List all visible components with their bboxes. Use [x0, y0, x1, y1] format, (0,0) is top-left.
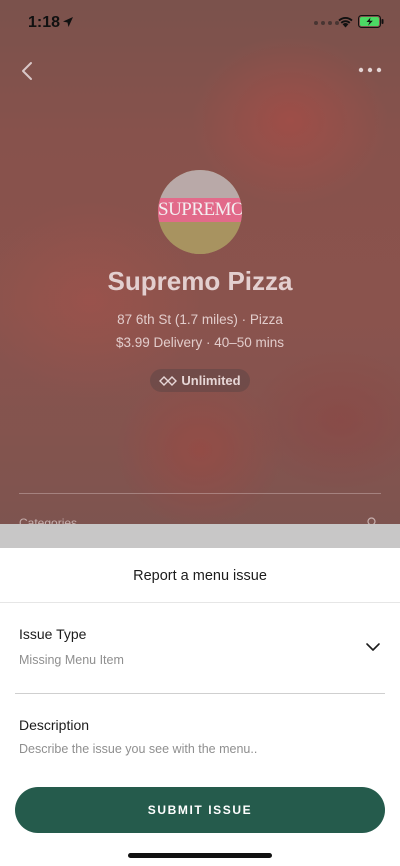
home-indicator: [128, 853, 272, 858]
restaurant-address: 87 6th St (1.7 miles) · Pizza: [117, 312, 283, 327]
restaurant-name: Supremo Pizza: [107, 266, 293, 296]
chevron-down-icon[interactable]: [365, 642, 381, 652]
restaurant-delivery-info: $3.99 Delivery · 40–50 mins: [115, 335, 285, 350]
unlimited-diamonds-icon: [159, 375, 178, 386]
sheet-backdrop-strip: [0, 524, 400, 550]
description-input[interactable]: [19, 739, 379, 759]
divider: [0, 602, 400, 603]
ellipsis-icon[interactable]: [357, 64, 383, 76]
status-bar: 1:18: [0, 0, 400, 46]
issue-type-label: Issue Type: [19, 626, 87, 642]
location-arrow-icon: [63, 17, 73, 27]
description-label: Description: [19, 717, 90, 733]
divider: [15, 693, 385, 694]
status-time: 1:18: [28, 14, 61, 31]
submit-issue-button[interactable]: SUBMIT ISSUE: [15, 787, 385, 833]
unlimited-badge: Unlimited: [150, 369, 250, 392]
signal-dots-icon: [314, 21, 339, 25]
logo-text: SUPREMO: [158, 199, 242, 220]
sheet-title: Report a menu issue: [133, 568, 267, 584]
chevron-left-icon[interactable]: [18, 60, 38, 82]
wifi-icon: [338, 17, 353, 28]
battery-charging-icon: [358, 15, 384, 28]
divider: [19, 493, 381, 494]
badge-label: Unlimited: [181, 373, 241, 388]
restaurant-logo: SUPREMO: [158, 170, 242, 254]
report-issue-sheet: Report a menu issue Issue Type Missing M…: [0, 548, 400, 866]
issue-type-select[interactable]: Missing Menu Item: [19, 653, 124, 667]
